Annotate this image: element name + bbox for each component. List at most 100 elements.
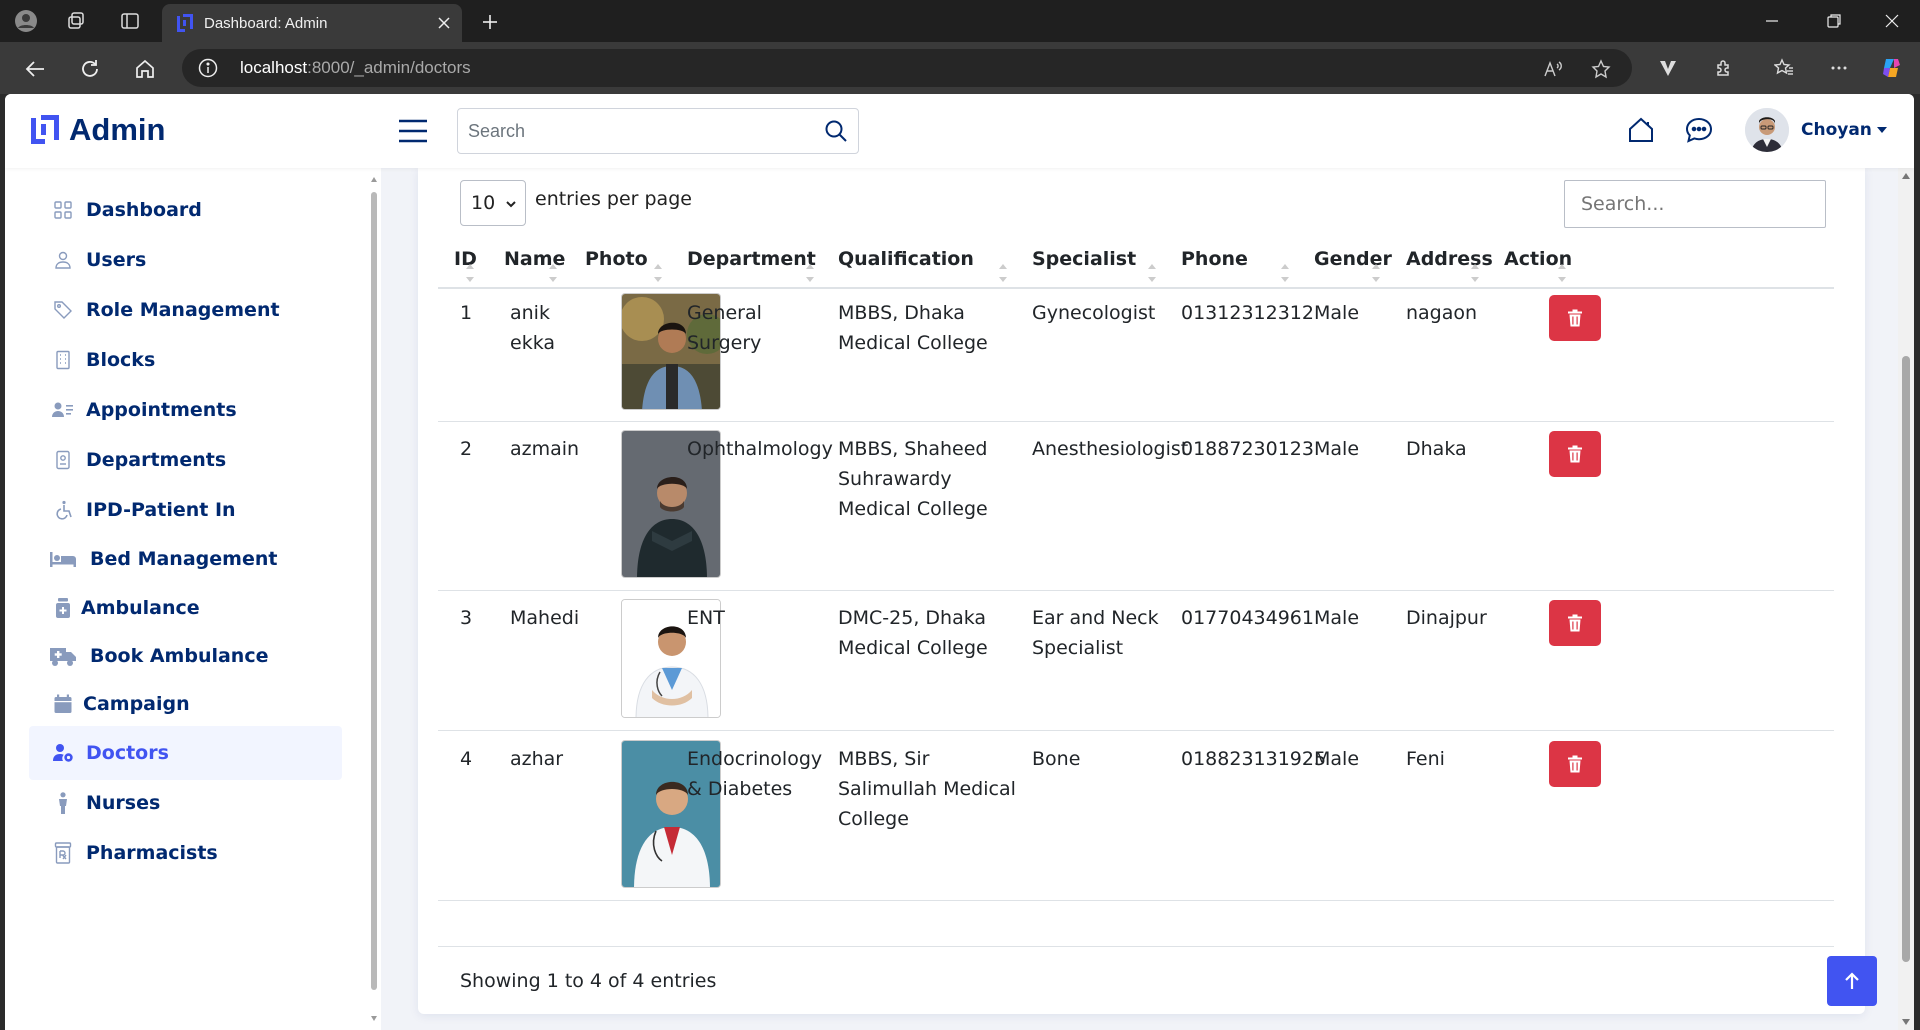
search-icon[interactable] bbox=[824, 119, 848, 143]
delete-button[interactable] bbox=[1549, 431, 1601, 477]
extension-v-icon[interactable] bbox=[1656, 56, 1680, 80]
delete-button[interactable] bbox=[1549, 600, 1601, 646]
copilot-icon[interactable] bbox=[1880, 56, 1904, 80]
sidebar-item-ambulance[interactable]: Ambulance bbox=[29, 581, 342, 635]
sidebar-item-ipd-patient-in[interactable]: IPD-Patient In bbox=[29, 483, 342, 537]
sidebar-item-doctors[interactable]: Doctors bbox=[29, 726, 342, 780]
cell-phone: 01312312312 bbox=[1181, 302, 1314, 324]
close-tab-icon[interactable] bbox=[434, 13, 454, 33]
table-info: Showing 1 to 4 of 4 entries bbox=[460, 970, 717, 992]
scroll-down-arrow-icon[interactable] bbox=[370, 1014, 378, 1022]
bed-icon bbox=[49, 547, 77, 571]
column-header-phone[interactable]: Phone bbox=[1181, 248, 1248, 288]
cell-name: Mahedi bbox=[510, 607, 580, 629]
workspaces-icon[interactable] bbox=[64, 9, 88, 33]
entries-per-page-select[interactable]: 10 bbox=[460, 180, 526, 226]
column-header-specialist[interactable]: Specialist bbox=[1032, 248, 1136, 288]
column-header-qualification[interactable]: Qualification bbox=[838, 248, 974, 288]
cell-gender: Male bbox=[1314, 302, 1360, 324]
toggle-sidebar-icon[interactable] bbox=[398, 118, 428, 144]
messages-icon[interactable] bbox=[1683, 114, 1715, 146]
page-scroll-thumb[interactable] bbox=[1902, 356, 1910, 962]
refresh-icon[interactable] bbox=[77, 56, 103, 82]
cell-phone: 018823131925 bbox=[1181, 748, 1327, 770]
sidebar-item-book-ambulance[interactable]: Book Ambulance bbox=[29, 629, 342, 683]
restore-icon[interactable] bbox=[1822, 9, 1846, 33]
sidebar-scrollbar[interactable] bbox=[370, 176, 378, 1022]
header-search-input[interactable] bbox=[458, 109, 798, 153]
cell-id: 3 bbox=[460, 607, 473, 629]
extensions-icon[interactable] bbox=[1712, 56, 1736, 80]
sidebar: Dashboard Users Role Management Blocks A bbox=[5, 168, 381, 1030]
profile-icon[interactable] bbox=[14, 9, 38, 33]
admin-logo[interactable]: Admin bbox=[29, 112, 165, 148]
sidebar-item-dashboard[interactable]: Dashboard bbox=[29, 183, 342, 237]
home-icon[interactable] bbox=[1625, 114, 1657, 146]
sidebar-item-users[interactable]: Users bbox=[29, 233, 342, 287]
sort-icon[interactable] bbox=[465, 262, 475, 284]
cell-qualification: MBBS, Shaheed Suhrawardy Medical College bbox=[838, 438, 988, 520]
sort-icon[interactable] bbox=[1147, 262, 1157, 284]
cell-gender: Male bbox=[1314, 438, 1360, 460]
cell-department: General Surgery bbox=[687, 302, 762, 354]
cell-address: Feni bbox=[1406, 748, 1445, 770]
sidebar-item-departments[interactable]: Departments bbox=[29, 433, 342, 487]
sidebar-item-pharmacists[interactable]: Pharmacists bbox=[29, 826, 342, 880]
column-header-photo[interactable]: Photo bbox=[585, 248, 648, 288]
sidebar-item-label: Dashboard bbox=[86, 199, 202, 221]
sidebar-item-bed-management[interactable]: Bed Management bbox=[29, 532, 342, 586]
tab-actions-icon[interactable] bbox=[118, 9, 142, 33]
sidebar-item-label: Appointments bbox=[86, 399, 237, 421]
sort-icon[interactable] bbox=[1371, 262, 1381, 284]
sort-icon[interactable] bbox=[653, 262, 663, 284]
collections-icon[interactable] bbox=[1772, 56, 1796, 80]
sort-icon[interactable] bbox=[998, 262, 1008, 284]
sidebar-item-role-management[interactable]: Role Management bbox=[29, 283, 342, 337]
sidebar-item-blocks[interactable]: Blocks bbox=[29, 333, 342, 387]
more-menu-icon[interactable] bbox=[1827, 56, 1851, 80]
browser-tab[interactable]: Dashboard: Admin bbox=[162, 4, 462, 42]
delete-button[interactable] bbox=[1549, 741, 1601, 787]
sidebar-item-campaign[interactable]: Campaign bbox=[29, 677, 342, 731]
column-header-department[interactable]: Department bbox=[687, 248, 816, 288]
sidebar-item-nurses[interactable]: Nurses bbox=[29, 776, 342, 830]
favorite-star-icon[interactable] bbox=[1590, 58, 1612, 80]
sort-icon[interactable] bbox=[548, 262, 558, 284]
home-icon[interactable] bbox=[132, 56, 158, 82]
read-aloud-icon[interactable] bbox=[1542, 58, 1564, 80]
sort-icon[interactable] bbox=[1470, 262, 1480, 284]
back-to-top-button[interactable] bbox=[1827, 956, 1877, 1006]
sort-icon[interactable] bbox=[1280, 262, 1290, 284]
minimize-icon[interactable] bbox=[1760, 9, 1784, 33]
page-scrollbar[interactable] bbox=[1898, 168, 1914, 1030]
browser-tab-bar: Dashboard: Admin bbox=[0, 0, 1920, 42]
sidebar-item-label: Doctors bbox=[86, 742, 169, 764]
prescription-icon bbox=[51, 841, 75, 865]
sidebar-scroll-thumb[interactable] bbox=[371, 192, 377, 990]
cell-name: azmain bbox=[510, 438, 580, 460]
sidebar-item-appointments[interactable]: Appointments bbox=[29, 383, 342, 437]
cell-id: 2 bbox=[460, 438, 473, 460]
site-info-icon[interactable] bbox=[198, 58, 218, 78]
close-window-icon[interactable] bbox=[1880, 9, 1904, 33]
table-search-input[interactable] bbox=[1564, 180, 1826, 228]
new-tab-icon[interactable] bbox=[478, 10, 502, 34]
cell-phone: 01770434961 bbox=[1181, 607, 1314, 629]
cell-specialist: Gynecologist bbox=[1032, 302, 1156, 324]
scroll-down-arrow-icon[interactable] bbox=[1898, 1016, 1914, 1028]
url-field[interactable]: localhost:8000/_admin/doctors bbox=[182, 49, 1632, 87]
profile-menu[interactable]: Choyan bbox=[1745, 108, 1887, 152]
cell-department: Ophthalmology bbox=[687, 438, 833, 460]
sidebar-item-label: Pharmacists bbox=[86, 842, 218, 864]
cell-specialist: Anesthesiologist bbox=[1032, 438, 1189, 460]
cell-specialist: Bone bbox=[1032, 748, 1081, 770]
table-footer-divider bbox=[438, 946, 1834, 947]
scroll-up-arrow-icon[interactable] bbox=[370, 176, 378, 184]
back-icon[interactable] bbox=[22, 56, 48, 82]
url-host: localhost bbox=[240, 58, 308, 77]
medicine-bottle-icon bbox=[51, 596, 75, 620]
sort-icon[interactable] bbox=[805, 262, 815, 284]
scroll-up-arrow-icon[interactable] bbox=[1898, 170, 1914, 182]
cell-qualification: MBBS, Sir Salimullah Medical College bbox=[838, 748, 1016, 830]
delete-button[interactable] bbox=[1549, 295, 1601, 341]
